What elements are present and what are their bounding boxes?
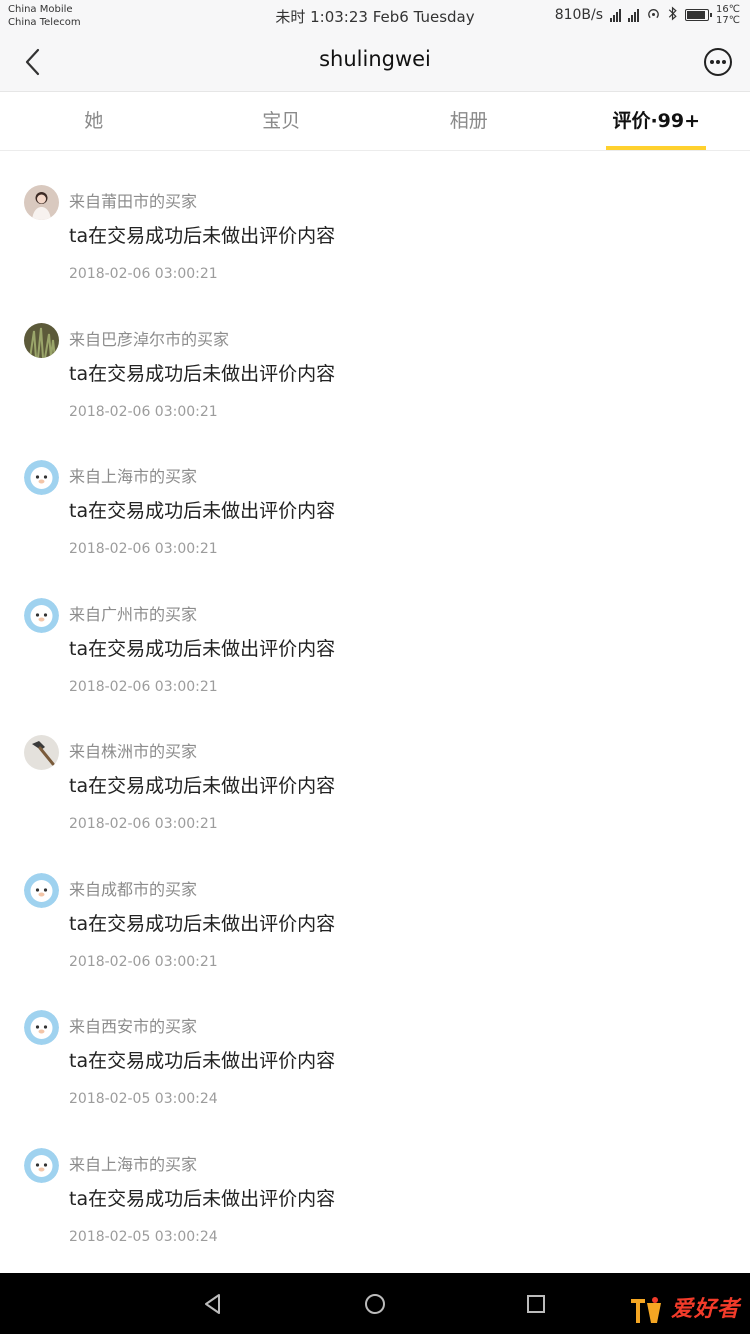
list-item[interactable]: 来自莆田市的买家 ta在交易成功后未做出评价内容 2018-02-06 03:0…	[0, 151, 750, 289]
tab-album[interactable]: 相册	[375, 92, 563, 150]
review-text: ta在交易成功后未做出评价内容	[69, 225, 336, 247]
avatar[interactable]	[24, 322, 59, 358]
page-title: shulingwei	[319, 47, 431, 71]
list-item[interactable]: 来自成都市的买家 ta在交易成功后未做出评价内容 2018-02-06 03:0…	[0, 839, 750, 977]
avatar[interactable]	[24, 872, 59, 908]
buyer-location: 来自上海市的买家	[69, 1154, 198, 1174]
buyer-location: 来自西安市的买家	[69, 1017, 198, 1036]
review-date: 2018-02-06 03:00:21	[69, 953, 218, 970]
list-item[interactable]: 来自广州市的买家 ta在交易成功后未做出评价内容 2018-02-06 03:0…	[0, 564, 750, 702]
temp-1: 16℃	[716, 4, 740, 15]
avatar[interactable]	[24, 460, 59, 495]
status-bar: China Mobile China Telecom 未时 1:03:23 Fe…	[0, 0, 750, 32]
nav-home-button[interactable]	[358, 1287, 392, 1321]
review-list: 来自莆田市的买家 ta在交易成功后未做出评价内容 2018-02-06 03:0…	[0, 151, 750, 1251]
review-date: 2018-02-06 03:00:21	[69, 266, 218, 282]
active-tab-indicator	[606, 146, 707, 150]
review-text: ta在交易成功后未做出评价内容	[69, 362, 336, 385]
avatar[interactable]	[24, 1010, 59, 1045]
list-item[interactable]: 来自上海市的买家 ta在交易成功后未做出评价内容 2018-02-05 03:0…	[0, 1114, 750, 1252]
avatar[interactable]	[24, 735, 59, 770]
tab-her[interactable]: 她	[0, 92, 188, 150]
status-indicators: 810B/s 16℃ 17℃	[555, 4, 740, 26]
review-text: ta在交易成功后未做出评价内容	[69, 1187, 336, 1210]
square-recents-icon	[527, 1295, 545, 1313]
buyer-location: 来自广州市的买家	[69, 604, 198, 624]
buyer-location: 来自巴彦淖尔市的买家	[69, 329, 230, 349]
signal-4g-icon	[628, 8, 640, 22]
battery-icon	[685, 9, 713, 21]
more-button[interactable]	[700, 44, 736, 80]
nav-back-button[interactable]	[196, 1287, 230, 1321]
profile-tabs: 她 宝贝 相册 评价·99+	[0, 92, 750, 151]
bluetooth-icon	[668, 6, 678, 25]
buyer-location: 来自莆田市的买家	[69, 192, 198, 211]
list-item[interactable]: 来自西安市的买家 ta在交易成功后未做出评价内容 2018-02-05 03:0…	[0, 976, 750, 1114]
watermark-logo-icon	[630, 1297, 661, 1323]
nav-bar: shulingwei	[0, 32, 750, 92]
circle-home-icon	[365, 1294, 385, 1314]
triangle-back-icon	[205, 1294, 220, 1314]
list-item[interactable]: 来自巴彦淖尔市的买家 ta在交易成功后未做出评价内容 2018-02-06 03…	[0, 289, 750, 427]
tab-items[interactable]: 宝贝	[188, 92, 376, 150]
list-item[interactable]: 来自株洲市的买家 ta在交易成功后未做出评价内容 2018-02-06 03:0…	[0, 701, 750, 839]
tab-reviews[interactable]: 评价·99+	[563, 92, 750, 150]
buyer-location: 来自上海市的买家	[69, 467, 198, 486]
temperatures: 16℃ 17℃	[716, 4, 740, 26]
review-text: ta在交易成功后未做出评价内容	[69, 637, 336, 660]
buyer-location: 来自株洲市的买家	[69, 742, 198, 761]
nav-recents-button[interactable]	[519, 1287, 553, 1321]
buyer-location: 来自成都市的买家	[69, 879, 198, 899]
list-item[interactable]: 来自上海市的买家 ta在交易成功后未做出评价内容 2018-02-06 03:0…	[0, 426, 750, 564]
review-date: 2018-02-06 03:00:21	[69, 816, 218, 832]
more-dots-icon	[704, 48, 732, 76]
system-nav-bar: 爱好者	[0, 1273, 750, 1334]
avatar[interactable]	[24, 597, 59, 633]
review-date: 2018-02-06 03:00:21	[69, 541, 218, 557]
avatar[interactable]	[24, 185, 59, 220]
temp-2: 17℃	[716, 15, 740, 26]
avatar[interactable]	[24, 1147, 59, 1183]
review-text: ta在交易成功后未做出评价内容	[69, 1050, 336, 1072]
review-text: ta在交易成功后未做出评价内容	[69, 500, 336, 522]
review-text: ta在交易成功后未做出评价内容	[69, 775, 336, 797]
net-speed: 810B/s	[554, 7, 604, 23]
watermark: 爱好者	[629, 1291, 740, 1325]
hotspot-icon	[646, 6, 661, 25]
review-date: 2018-02-05 03:00:24	[69, 1091, 218, 1107]
screen: China Mobile China Telecom 未时 1:03:23 Fe…	[0, 0, 750, 1334]
watermark-text: 爱好者	[670, 1297, 740, 1322]
review-date: 2018-02-05 03:00:24	[69, 1228, 218, 1245]
review-date: 2018-02-06 03:00:21	[69, 678, 218, 695]
review-text: ta在交易成功后未做出评价内容	[69, 912, 336, 935]
review-date: 2018-02-06 03:00:21	[69, 403, 218, 420]
signal-icon	[610, 8, 622, 22]
